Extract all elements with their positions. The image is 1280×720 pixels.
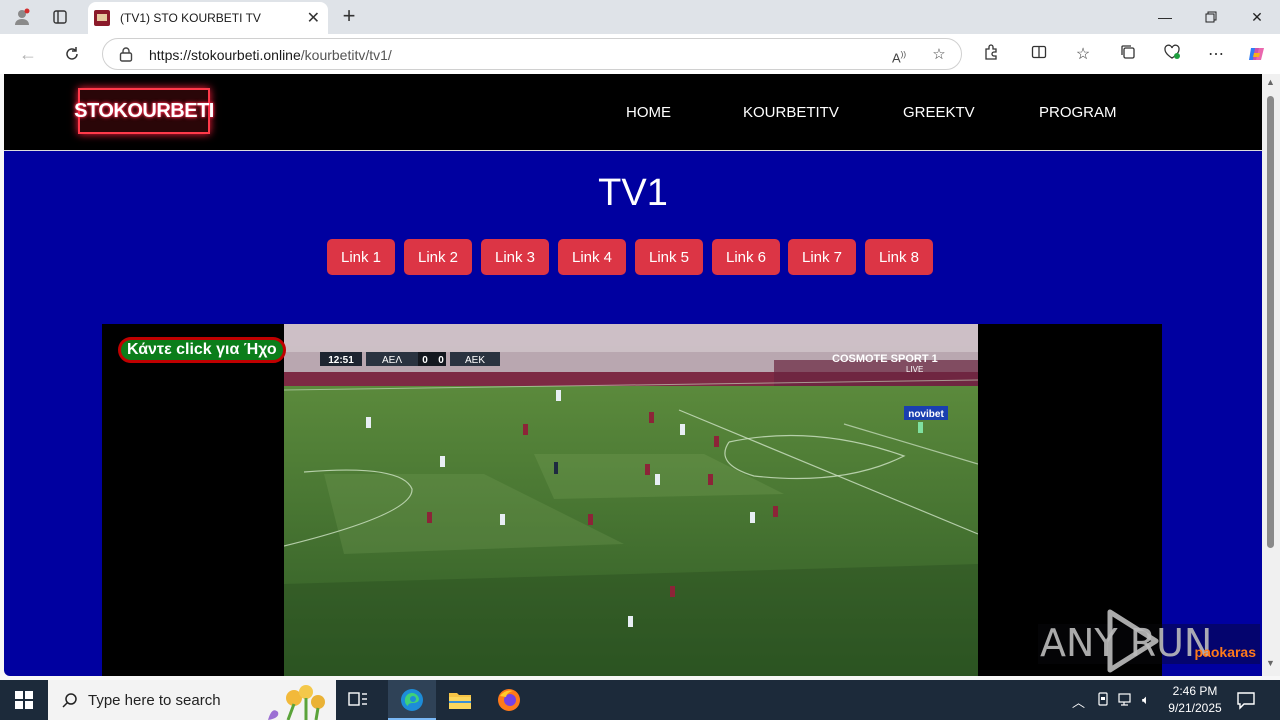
broadcaster-logo: COSMOTE SPORT 1 <box>832 353 938 365</box>
browser-essentials-icon[interactable] <box>1161 44 1183 66</box>
new-tab-button[interactable]: + <box>336 4 362 30</box>
clock-date: 9/21/2025 <box>1168 701 1222 715</box>
start-button[interactable] <box>0 680 48 720</box>
web-page: STOKOURBETI HOME KOURBETITV GREEKTV PROG… <box>4 74 1262 676</box>
copilot-icon[interactable] <box>1246 44 1268 66</box>
minimize-button[interactable]: — <box>1142 0 1188 34</box>
favorites-icon[interactable]: ☆ <box>1072 44 1094 66</box>
scoreboard: 12:51 ΑΕΛ 0 0 ΑΕΚ <box>320 352 500 366</box>
refresh-button[interactable] <box>58 42 86 66</box>
file-explorer-icon[interactable] <box>448 690 472 715</box>
taskbar-search[interactable]: Type here to search <box>48 680 336 720</box>
logo-text: STOKOURBETI <box>74 99 214 122</box>
video-frame[interactable]: 12:51 ΑΕΛ 0 0 ΑΕΚ COSMOTE SPORT 1 LIVE n… <box>284 324 978 676</box>
enable-sound-button[interactable]: Κάντε click για Ήχο <box>118 337 286 363</box>
link-button-5[interactable]: Link 5 <box>635 239 703 275</box>
edge-icon <box>401 689 423 711</box>
collections-icon[interactable] <box>1117 44 1139 66</box>
taskbar-clock[interactable]: 2:46 PM 9/21/2025 <box>1164 683 1226 717</box>
menu-greektv[interactable]: GREEKTV <box>903 104 975 121</box>
more-options-icon[interactable]: ⋯ <box>1205 44 1227 66</box>
browser-tab-active[interactable]: (TV1) STO KOURBETI TV ✕ <box>88 2 328 34</box>
back-button[interactable]: ← <box>14 42 42 66</box>
show-hidden-icons[interactable]: ︿ <box>1072 692 1085 711</box>
link-button-2[interactable]: Link 2 <box>404 239 472 275</box>
browser-toolbar: ← https://stokourbeti.online/kourbetitv/… <box>0 34 1280 74</box>
address-bar[interactable]: https://stokourbeti.online/kourbetitv/tv… <box>102 38 962 70</box>
restore-button[interactable] <box>1188 0 1234 34</box>
tab-title: (TV1) STO KOURBETI TV <box>120 11 261 25</box>
link-button-4[interactable]: Link 4 <box>558 239 626 275</box>
ad-board-novibet: novibet <box>908 409 944 420</box>
score-home-team: ΑΕΛ <box>382 355 402 366</box>
scroll-up-icon[interactable]: ▲ <box>1266 77 1275 87</box>
score-away: 0 <box>438 355 444 366</box>
volume-icon[interactable]: 🔈︎ <box>1142 692 1150 708</box>
paokaras-watermark: paokaras <box>1194 644 1256 660</box>
favorite-star-icon[interactable]: ☆ <box>929 45 949 65</box>
link-button-1[interactable]: Link 1 <box>327 239 395 275</box>
page-scrollbar[interactable]: ▲ ▼ <box>1262 74 1280 676</box>
network-icon[interactable] <box>1118 692 1134 709</box>
page-title: TV1 <box>598 172 668 214</box>
site-favicon-icon <box>94 10 110 26</box>
scroll-thumb[interactable] <box>1267 96 1274 548</box>
url-text[interactable]: https://stokourbeti.online/kourbetitv/tv… <box>149 47 392 63</box>
lock-icon[interactable] <box>119 46 133 62</box>
search-placeholder: Type here to search <box>88 692 221 709</box>
close-window-button[interactable]: ✕ <box>1234 0 1280 34</box>
browser-titlebar: (TV1) STO KOURBETI TV ✕ + — ✕ <box>0 0 1280 34</box>
video-player[interactable]: 12:51 ΑΕΛ 0 0 ΑΕΚ COSMOTE SPORT 1 LIVE n… <box>102 324 1162 676</box>
windows-logo-icon <box>15 691 33 709</box>
tab-actions-icon[interactable] <box>48 5 72 29</box>
menu-kourbetitv[interactable]: KOURBETITV <box>743 104 839 121</box>
windows-taskbar: Type here to search ︿ 🔈︎ 2:46 PM 9/21/20… <box>0 680 1280 720</box>
broadcaster-live: LIVE <box>906 365 923 374</box>
score-away-team: ΑΕΚ <box>465 355 485 366</box>
site-header: STOKOURBETI HOME KOURBETITV GREEKTV PROG… <box>4 74 1262 151</box>
profile-icon[interactable] <box>10 5 34 29</box>
scroll-down-icon[interactable]: ▼ <box>1266 658 1275 668</box>
link-button-3[interactable]: Link 3 <box>481 239 549 275</box>
device-icon[interactable] <box>1096 692 1110 709</box>
score-time: 12:51 <box>328 355 354 366</box>
notifications-icon[interactable] <box>1236 690 1256 715</box>
read-aloud-icon[interactable]: A)) <box>889 45 909 65</box>
menu-home[interactable]: HOME <box>626 104 671 121</box>
anyrun-text: ANY RUN <box>1040 621 1212 665</box>
menu-program[interactable]: PROGRAM <box>1039 104 1117 121</box>
split-screen-icon[interactable] <box>1028 44 1050 66</box>
search-icon <box>62 693 77 708</box>
score-home: 0 <box>422 355 428 366</box>
link-button-6[interactable]: Link 6 <box>712 239 780 275</box>
firefox-icon[interactable] <box>497 688 521 717</box>
clock-time: 2:46 PM <box>1172 684 1218 698</box>
link-button-7[interactable]: Link 7 <box>788 239 856 275</box>
task-view-icon[interactable] <box>348 690 370 710</box>
anyrun-logo-icon: ANY RUN <box>1038 609 1260 673</box>
link-button-8[interactable]: Link 8 <box>865 239 933 275</box>
search-highlight-flowers-icon <box>268 685 325 720</box>
extensions-icon[interactable] <box>980 44 1002 66</box>
anyrun-watermark: ANY RUN paokaras <box>1038 608 1260 676</box>
taskbar-edge-button[interactable] <box>388 680 436 720</box>
close-tab-icon[interactable]: ✕ <box>307 8 320 28</box>
site-logo[interactable]: STOKOURBETI <box>74 88 214 134</box>
football-match-video: 12:51 ΑΕΛ 0 0 ΑΕΚ COSMOTE SPORT 1 LIVE n… <box>284 324 978 676</box>
